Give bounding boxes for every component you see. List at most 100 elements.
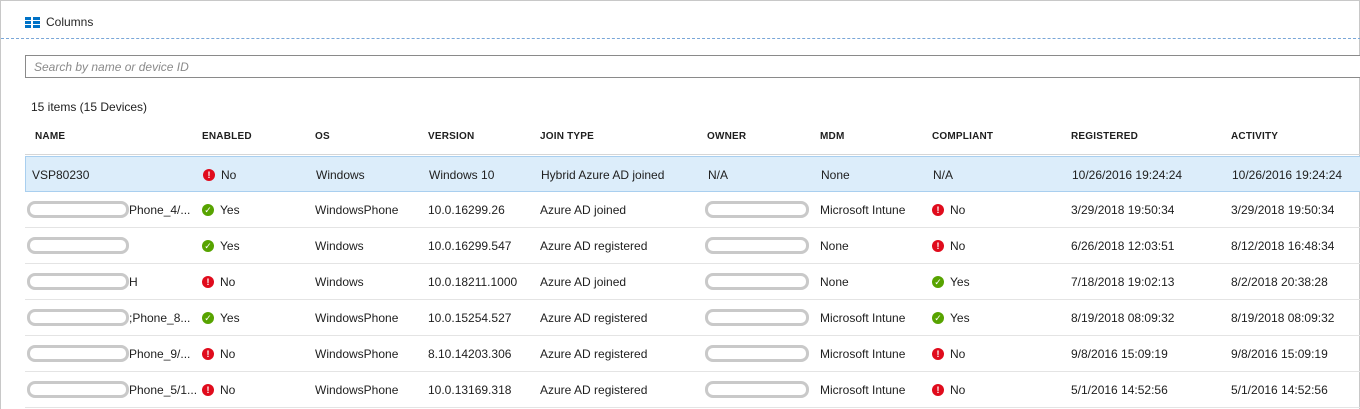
redacted-owner bbox=[705, 309, 809, 326]
enabled-status-text: No bbox=[220, 275, 236, 289]
redacted-owner bbox=[705, 273, 809, 290]
table-row[interactable]: VSP80230! No Windows Windows 10 Hybrid Azure… bbox=[25, 156, 1360, 192]
join-type-value: Azure AD registered bbox=[540, 239, 648, 253]
column-header-join-type[interactable]: JOIN TYPE bbox=[540, 131, 594, 142]
column-header-compliant[interactable]: COMPLIANT bbox=[932, 131, 993, 142]
enabled-status: ! No bbox=[202, 336, 235, 372]
activity-date: 8/19/2018 08:09:32 bbox=[1231, 311, 1335, 325]
compliant-status-text: No bbox=[950, 203, 966, 217]
registered-date: 10/26/2016 19:24:24 bbox=[1072, 168, 1183, 182]
table-row[interactable]: Phone_4/... ✓ Yes WindowsPhone 10.0.16299.26… bbox=[25, 192, 1360, 228]
enabled-status-text: No bbox=[221, 168, 237, 182]
activity-date: 5/1/2016 14:52:56 bbox=[1231, 383, 1328, 397]
join-type-value: Azure AD joined bbox=[540, 203, 627, 217]
exclamation-icon: ! bbox=[932, 384, 944, 396]
compliant-status-text: No bbox=[950, 347, 966, 361]
enabled-status: ✓ Yes bbox=[202, 192, 240, 228]
redacted-name bbox=[27, 309, 129, 326]
version-value: 10.0.18211.1000 bbox=[428, 275, 518, 289]
device-list-blade: Columns 15 items (15 Devices) NAME ENABL… bbox=[0, 0, 1360, 409]
join-type-value: Azure AD registered bbox=[540, 311, 648, 325]
checkmark-icon: ✓ bbox=[202, 240, 214, 252]
mdm-value: None bbox=[820, 239, 849, 253]
registered-date: 7/18/2018 19:02:13 bbox=[1071, 275, 1175, 289]
enabled-status-text: No bbox=[220, 347, 236, 361]
column-header-activity[interactable]: ACTIVITY bbox=[1231, 131, 1278, 142]
device-name[interactable]: VSP80230 bbox=[32, 157, 192, 193]
exclamation-icon: ! bbox=[202, 276, 214, 288]
command-bar: Columns bbox=[1, 1, 1360, 39]
mdm-value: Microsoft Intune bbox=[820, 383, 906, 397]
compliant-status: ! No bbox=[932, 192, 965, 228]
enabled-status-text: No bbox=[220, 383, 236, 397]
checkmark-icon: ✓ bbox=[202, 312, 214, 324]
checkmark-icon: ✓ bbox=[932, 276, 944, 288]
exclamation-icon: ! bbox=[202, 348, 214, 360]
os-value: WindowsPhone bbox=[315, 347, 399, 361]
enabled-status: ✓ Yes bbox=[202, 228, 240, 264]
compliant-status-text: Yes bbox=[950, 311, 970, 325]
column-header-version[interactable]: VERSION bbox=[428, 131, 474, 142]
table-row[interactable]: H! No Windows 10.0.18211.1000 Azure AD joine… bbox=[25, 264, 1360, 300]
mdm-value: Microsoft Intune bbox=[820, 203, 906, 217]
version-value: 10.0.16299.547 bbox=[428, 239, 512, 253]
enabled-status: ! No bbox=[202, 372, 235, 408]
redacted-name bbox=[27, 273, 129, 290]
device-name[interactable]: Phone_9/... bbox=[129, 336, 190, 372]
redacted-name bbox=[27, 345, 129, 362]
mdm-value: None bbox=[821, 168, 850, 182]
compliant-status: ✓ Yes bbox=[932, 300, 970, 336]
registered-date: 8/19/2018 08:09:32 bbox=[1071, 311, 1175, 325]
join-type-value: Azure AD joined bbox=[540, 275, 627, 289]
column-header-os[interactable]: OS bbox=[315, 131, 330, 142]
table-row[interactable]: Phone_9/...! No WindowsPhone 8.10.14203.306… bbox=[25, 336, 1360, 372]
device-name[interactable]: Phone_4/... bbox=[129, 192, 190, 228]
os-value: WindowsPhone bbox=[315, 203, 399, 217]
exclamation-icon: ! bbox=[203, 169, 215, 181]
enabled-status-text: Yes bbox=[220, 311, 240, 325]
os-value: Windows bbox=[315, 275, 364, 289]
device-name[interactable]: Phone_5/1... bbox=[129, 372, 197, 408]
device-name[interactable]: ;Phone_8... bbox=[129, 300, 190, 336]
checkmark-icon: ✓ bbox=[202, 204, 214, 216]
table-header: NAME ENABLED OS VERSION JOIN TYPE OWNER … bbox=[25, 121, 1360, 155]
redacted-owner bbox=[705, 201, 809, 218]
mdm-value: None bbox=[820, 275, 849, 289]
redacted-name bbox=[27, 201, 129, 218]
columns-button[interactable]: Columns bbox=[25, 12, 93, 32]
activity-date: 3/29/2018 19:50:34 bbox=[1231, 203, 1335, 217]
activity-date: 9/8/2016 15:09:19 bbox=[1231, 347, 1328, 361]
version-value: 10.0.13169.318 bbox=[428, 383, 512, 397]
columns-grid-icon bbox=[25, 16, 40, 28]
exclamation-icon: ! bbox=[932, 240, 944, 252]
redacted-owner bbox=[705, 237, 809, 254]
exclamation-icon: ! bbox=[932, 348, 944, 360]
registered-date: 5/1/2016 14:52:56 bbox=[1071, 383, 1168, 397]
columns-label: Columns bbox=[46, 15, 94, 29]
table-row[interactable]: Phone_5/1...! No WindowsPhone 10.0.13169.31… bbox=[25, 372, 1360, 408]
column-header-owner[interactable]: OWNER bbox=[707, 131, 746, 142]
column-header-name[interactable]: NAME bbox=[35, 131, 65, 142]
compliant-status: ! No bbox=[932, 372, 965, 408]
mdm-value: Microsoft Intune bbox=[820, 347, 906, 361]
enabled-status: ✓ Yes bbox=[202, 300, 240, 336]
device-name[interactable]: H bbox=[129, 264, 138, 300]
registered-date: 3/29/2018 19:50:34 bbox=[1071, 203, 1175, 217]
exclamation-icon: ! bbox=[932, 204, 944, 216]
version-value: 8.10.14203.306 bbox=[428, 347, 512, 361]
mdm-value: Microsoft Intune bbox=[820, 311, 906, 325]
column-header-mdm[interactable]: MDM bbox=[820, 131, 844, 142]
compliant-status: ✓ Yes bbox=[932, 264, 970, 300]
exclamation-icon: ! bbox=[202, 384, 214, 396]
join-type-value: Azure AD registered bbox=[540, 347, 648, 361]
column-header-registered[interactable]: REGISTERED bbox=[1071, 131, 1138, 142]
os-value: Windows bbox=[316, 168, 365, 182]
column-header-enabled[interactable]: ENABLED bbox=[202, 131, 252, 142]
search-input[interactable] bbox=[25, 55, 1360, 78]
table-row[interactable]: ;Phone_8... ✓ Yes WindowsPhone 10.0.15254.52… bbox=[25, 300, 1360, 336]
version-value: Windows 10 bbox=[429, 168, 495, 182]
enabled-status-text: Yes bbox=[220, 203, 240, 217]
table-row[interactable]: ✓ Yes Windows 10.0.16299.547 Azure AD regist… bbox=[25, 228, 1360, 264]
activity-date: 8/12/2018 16:48:34 bbox=[1231, 239, 1335, 253]
redacted-name bbox=[27, 381, 129, 398]
